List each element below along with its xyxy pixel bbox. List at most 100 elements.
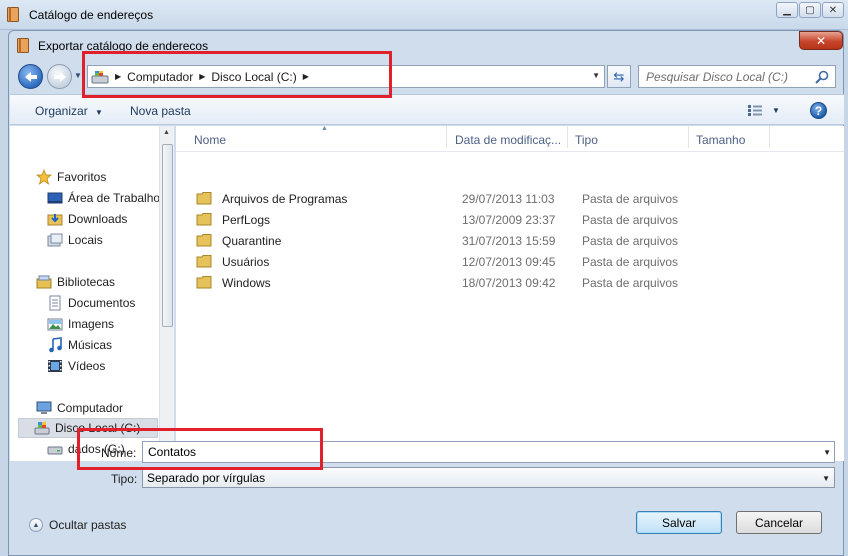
nav-computer[interactable]: Computador — [36, 398, 123, 418]
chevron-up-icon: ▲ — [29, 518, 43, 532]
file-row[interactable]: Arquivos de Programas 29/07/2013 11:03 P… — [196, 188, 836, 209]
file-date: 12/07/2013 09:45 — [462, 255, 556, 269]
folder-icon — [196, 213, 212, 226]
column-header-type[interactable]: Tipo — [575, 133, 598, 147]
maximize-button[interactable]: ▢ — [799, 2, 821, 18]
drive-icon — [34, 422, 50, 435]
search-input[interactable] — [646, 69, 816, 84]
arrow-left-icon — [24, 71, 37, 82]
file-type-select[interactable]: Separado por vírgulas ▼ — [142, 467, 835, 488]
file-name: Arquivos de Programas — [222, 192, 348, 206]
nav-videos[interactable]: Vídeos — [47, 356, 105, 376]
file-row[interactable]: Usuários 12/07/2013 09:45 Pasta de arqui… — [196, 251, 836, 272]
export-dialog: Exportar catálogo de enderecos ✕ ▼ ▶ Com… — [8, 30, 844, 556]
nav-pictures[interactable]: Imagens — [47, 314, 114, 334]
column-header-size[interactable]: Tamanho — [696, 133, 745, 147]
folder-icon — [196, 192, 212, 205]
chevron-down-icon: ▼ — [95, 108, 103, 117]
libraries-icon — [36, 275, 52, 289]
file-name-dropdown[interactable]: ▼ — [823, 448, 831, 457]
close-icon: ✕ — [828, 4, 838, 16]
back-button[interactable] — [18, 64, 43, 89]
nav-places[interactable]: Locais — [47, 230, 103, 250]
highlight-file-name — [77, 428, 323, 470]
address-book-icon — [7, 7, 19, 22]
nav-music[interactable]: Músicas — [47, 335, 112, 355]
star-icon — [36, 169, 52, 185]
computer-icon — [36, 401, 52, 414]
file-row[interactable]: Windows 18/07/2013 09:42 Pasta de arquiv… — [196, 272, 836, 293]
file-date: 29/07/2013 11:03 — [462, 192, 555, 206]
scrollbar-thumb[interactable] — [162, 144, 173, 327]
outer-window-titlebar: Catálogo de endereços ▁ ▢ ✕ — [0, 0, 848, 30]
file-row[interactable]: Quarantine 31/07/2013 15:59 Pasta de arq… — [196, 230, 836, 251]
nav-favorites[interactable]: Favoritos — [36, 167, 106, 187]
sort-ascending-icon: ▲ — [321, 125, 328, 132]
search-icon[interactable] — [815, 70, 829, 84]
file-name: Quarantine — [222, 234, 282, 248]
maximize-icon: ▢ — [805, 4, 815, 16]
dialog-close-button[interactable]: ✕ — [799, 31, 843, 50]
music-icon — [49, 337, 62, 353]
recent-pages-dropdown[interactable]: ▼ — [74, 71, 82, 80]
outer-window-controls: ▁ ▢ ✕ — [776, 2, 844, 18]
save-button[interactable]: Salvar — [636, 511, 722, 534]
nav-favorites-label: Favoritos — [57, 170, 107, 184]
hide-folders-button[interactable]: ▲ Ocultar pastas — [29, 518, 126, 532]
refresh-icon: ⇆ — [613, 68, 625, 84]
file-type: Pasta de arquivos — [582, 255, 679, 269]
file-name: Usuários — [222, 255, 270, 269]
pictures-icon — [47, 318, 63, 331]
file-type: Pasta de arquivos — [582, 234, 679, 248]
column-header-date[interactable]: Data de modificaç... — [455, 133, 561, 147]
view-dropdown[interactable]: ▼ — [772, 106, 780, 115]
cancel-button[interactable]: Cancelar — [736, 511, 822, 534]
help-icon[interactable]: ? — [810, 102, 827, 119]
refresh-button[interactable]: ⇆ — [607, 65, 631, 88]
desktop-icon — [47, 192, 63, 204]
nav-libraries[interactable]: Bibliotecas — [36, 272, 115, 292]
file-type: Pasta de arquivos — [582, 213, 679, 227]
chevron-down-icon: ▼ — [822, 474, 830, 483]
minimize-icon: ▁ — [783, 4, 791, 16]
nav-places-label: Locais — [68, 233, 103, 247]
file-name: Windows — [222, 276, 271, 290]
downloads-folder-icon — [47, 214, 63, 226]
nav-downloads-label: Downloads — [68, 212, 128, 226]
nav-desktop-label: Área de Trabalho — [68, 191, 161, 205]
column-header-name[interactable]: Nome — [194, 133, 226, 147]
file-row[interactable]: PerfLogs 13/07/2009 23:37 Pasta de arqui… — [196, 209, 836, 230]
nav-downloads[interactable]: Downloads — [47, 209, 127, 229]
view-options-icon[interactable] — [747, 104, 763, 117]
outer-close-button[interactable]: ✕ — [822, 2, 844, 18]
nav-desktop[interactable]: Área de Trabalho — [47, 188, 160, 208]
forward-button[interactable] — [47, 64, 72, 89]
nav-pictures-label: Imagens — [68, 317, 115, 331]
videos-icon — [48, 360, 62, 372]
recent-places-icon — [47, 233, 63, 247]
nav-documents[interactable]: Documentos — [47, 293, 135, 313]
file-name: PerfLogs — [222, 213, 271, 227]
new-folder-button[interactable]: Nova pasta — [130, 104, 191, 118]
nav-pane-scrollbar[interactable]: ▲ ▼ — [159, 126, 174, 461]
file-date: 31/07/2013 15:59 — [462, 234, 556, 248]
outer-window-title: Catálogo de endereços — [29, 8, 154, 22]
scroll-up-arrow[interactable]: ▲ — [163, 129, 170, 136]
organize-button[interactable]: Organizar ▼ — [35, 104, 103, 118]
file-date: 13/07/2009 23:37 — [462, 213, 556, 227]
highlight-address-bar — [82, 51, 392, 98]
address-book-icon — [17, 38, 29, 53]
folder-icon — [196, 255, 212, 268]
nav-music-label: Músicas — [68, 338, 113, 352]
search-box[interactable] — [638, 65, 836, 88]
nav-computer-label: Computador — [57, 401, 124, 415]
documents-icon — [49, 295, 61, 311]
drive-icon — [47, 446, 63, 455]
address-history-dropdown[interactable]: ▼ — [592, 71, 600, 80]
help-glyph: ? — [814, 103, 823, 118]
file-type: Pasta de arquivos — [582, 192, 679, 206]
nav-videos-label: Vídeos — [68, 359, 106, 373]
minimize-button[interactable]: ▁ — [776, 2, 798, 18]
file-type-value: Separado por vírgulas — [147, 470, 266, 485]
file-type: Pasta de arquivos — [582, 276, 679, 290]
